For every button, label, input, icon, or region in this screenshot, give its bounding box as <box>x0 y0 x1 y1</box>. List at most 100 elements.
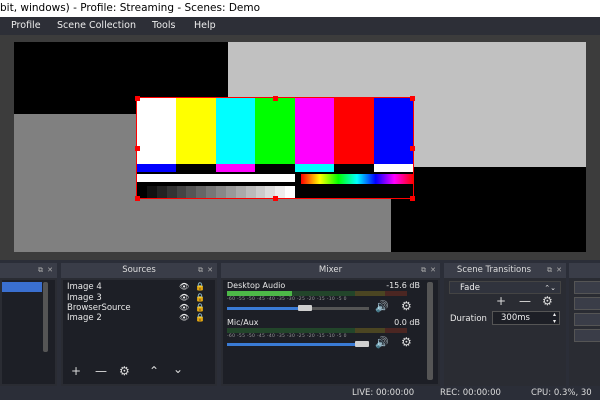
mixer-body: Desktop Audio -15.6 dB -60 -55 -50 -45 -… <box>223 280 438 384</box>
transitions-panel-header: Scene Transitions ⧉ ✕ <box>444 263 566 278</box>
speaker-icon[interactable]: 🔊 <box>375 336 389 349</box>
resize-handle[interactable] <box>410 96 415 101</box>
scenes-panel-header: ⧉ ✕ <box>0 263 57 278</box>
scenes-list[interactable] <box>2 280 55 384</box>
spin-arrows-icon[interactable]: ▴ ▾ <box>553 311 556 325</box>
rec-status: REC: 00:00:00 <box>440 388 501 398</box>
sources-title: Sources <box>122 265 156 275</box>
color-strip-segment <box>294 164 335 172</box>
studio-mode-button[interactable] <box>574 313 600 326</box>
chevron-down-icon[interactable]: ⌄ <box>173 362 183 376</box>
channel-name: Mic/Aux <box>227 318 259 327</box>
selected-scene-row[interactable] <box>2 282 42 292</box>
live-status: LIVE: 00:00:00 <box>352 388 415 398</box>
undock-icon[interactable]: ⧉ <box>421 266 426 275</box>
volume-meter <box>227 328 407 333</box>
volume-slider-knob[interactable] <box>298 305 312 311</box>
gray-step <box>176 186 187 198</box>
gray-step <box>255 186 266 198</box>
source-label: Image 2 <box>67 313 102 323</box>
menu-bar: Profile Scene Collection Tools Help <box>0 17 600 35</box>
eye-icon[interactable]: 👁 <box>179 293 189 302</box>
transitions-body: Fade ⌃⌄ + — ⚙ Duration 300ms ▴ ▾ <box>446 280 564 384</box>
transition-select[interactable]: Fade ⌃⌄ <box>449 281 561 294</box>
scrollbar[interactable] <box>427 282 433 380</box>
mixer-panel: Mixer ⧉ ✕ Desktop Audio -15.6 dB -60 -55… <box>221 263 440 386</box>
scrollbar[interactable] <box>43 282 48 352</box>
source-label: Image 4 <box>67 282 102 292</box>
menu-help[interactable]: Help <box>194 20 216 31</box>
minus-icon[interactable]: — <box>519 294 531 308</box>
color-strip-segment <box>255 164 295 172</box>
source-item[interactable]: Image 4 👁 🔒 <box>67 282 212 292</box>
volume-slider-knob[interactable] <box>355 341 369 347</box>
channel-db: 0.0 dB <box>394 318 420 327</box>
eye-icon[interactable]: 👁 <box>179 282 189 291</box>
close-icon[interactable]: ✕ <box>556 266 562 274</box>
menu-profile[interactable]: Profile <box>11 20 41 31</box>
resize-handle[interactable] <box>410 196 415 201</box>
volume-slider-fill <box>227 343 357 346</box>
volume-meter <box>227 291 407 296</box>
plus-icon[interactable]: + <box>71 364 81 378</box>
resize-handle[interactable] <box>135 146 140 151</box>
gear-icon[interactable]: ⚙ <box>401 299 412 313</box>
undock-icon[interactable]: ⧉ <box>38 266 43 275</box>
lock-icon[interactable]: 🔒 <box>195 303 205 312</box>
duration-value: 300ms <box>501 313 530 323</box>
preview-area <box>0 35 600 260</box>
eye-icon[interactable]: 👁 <box>179 313 189 322</box>
gear-icon[interactable]: ⚙ <box>401 335 412 349</box>
duration-label: Duration <box>450 314 487 324</box>
controls-panel-header <box>569 263 600 278</box>
lock-icon[interactable]: 🔒 <box>195 313 205 322</box>
scene-transitions-panel: Scene Transitions ⧉ ✕ Fade ⌃⌄ + — ⚙ Dura… <box>444 263 566 386</box>
minus-icon[interactable]: — <box>95 364 107 378</box>
eye-hidden-icon[interactable]: 👁 <box>179 303 189 312</box>
channel-name: Desktop Audio <box>227 281 286 290</box>
lock-icon[interactable]: 🔒 <box>195 282 205 291</box>
resize-handle[interactable] <box>135 96 140 101</box>
color-bar <box>334 98 374 164</box>
menu-scene-collection[interactable]: Scene Collection <box>57 20 136 31</box>
grayscale-steps <box>137 186 295 198</box>
duration-spinbox[interactable]: 300ms ▴ ▾ <box>492 311 560 325</box>
resize-handle[interactable] <box>135 196 140 201</box>
resize-handle[interactable] <box>410 146 415 151</box>
gray-step <box>156 186 167 198</box>
color-bar <box>176 98 216 164</box>
gear-icon[interactable]: ⚙ <box>119 364 130 378</box>
resize-handle[interactable] <box>273 96 278 101</box>
gray-step <box>216 186 226 198</box>
preview-canvas[interactable] <box>14 42 586 252</box>
settings-button[interactable] <box>574 329 600 342</box>
gray-step <box>285 186 295 198</box>
source-item[interactable]: Image 2 👁 🔒 <box>67 313 212 323</box>
close-icon[interactable]: ✕ <box>207 266 213 274</box>
undock-icon[interactable]: ⧉ <box>198 266 203 275</box>
source-item[interactable]: BrowserSource 👁 🔒 <box>67 303 212 313</box>
transition-selected: Fade <box>460 283 480 293</box>
lock-icon[interactable]: 🔒 <box>195 293 205 302</box>
close-icon[interactable]: ✕ <box>47 266 53 274</box>
menu-tools[interactable]: Tools <box>152 20 175 31</box>
volume-slider-track[interactable] <box>305 307 369 310</box>
color-bar <box>215 98 256 164</box>
title-bar: bit, windows) - Profile: Streaming - Sce… <box>0 0 600 17</box>
color-strip-segment <box>334 164 374 172</box>
sources-list[interactable]: Image 4 👁 🔒 Image 3 👁 🔒 BrowserSource 👁 … <box>63 280 215 384</box>
speaker-icon[interactable]: 🔊 <box>375 300 389 313</box>
source-item[interactable]: Image 3 👁 🔒 <box>67 293 212 303</box>
source-label: Image 3 <box>67 293 102 303</box>
plus-icon[interactable]: + <box>496 294 506 308</box>
selected-test-pattern-source[interactable] <box>136 97 414 199</box>
close-icon[interactable]: ✕ <box>430 266 436 274</box>
gear-icon[interactable]: ⚙ <box>542 294 553 308</box>
chevron-up-icon[interactable]: ⌃ <box>149 364 159 378</box>
start-streaming-button[interactable] <box>574 281 600 294</box>
resize-handle[interactable] <box>273 196 278 201</box>
undock-icon[interactable]: ⧉ <box>547 266 552 275</box>
start-recording-button[interactable] <box>574 297 600 310</box>
color-strip-segment <box>215 164 256 172</box>
color-strip-segment <box>373 164 413 172</box>
